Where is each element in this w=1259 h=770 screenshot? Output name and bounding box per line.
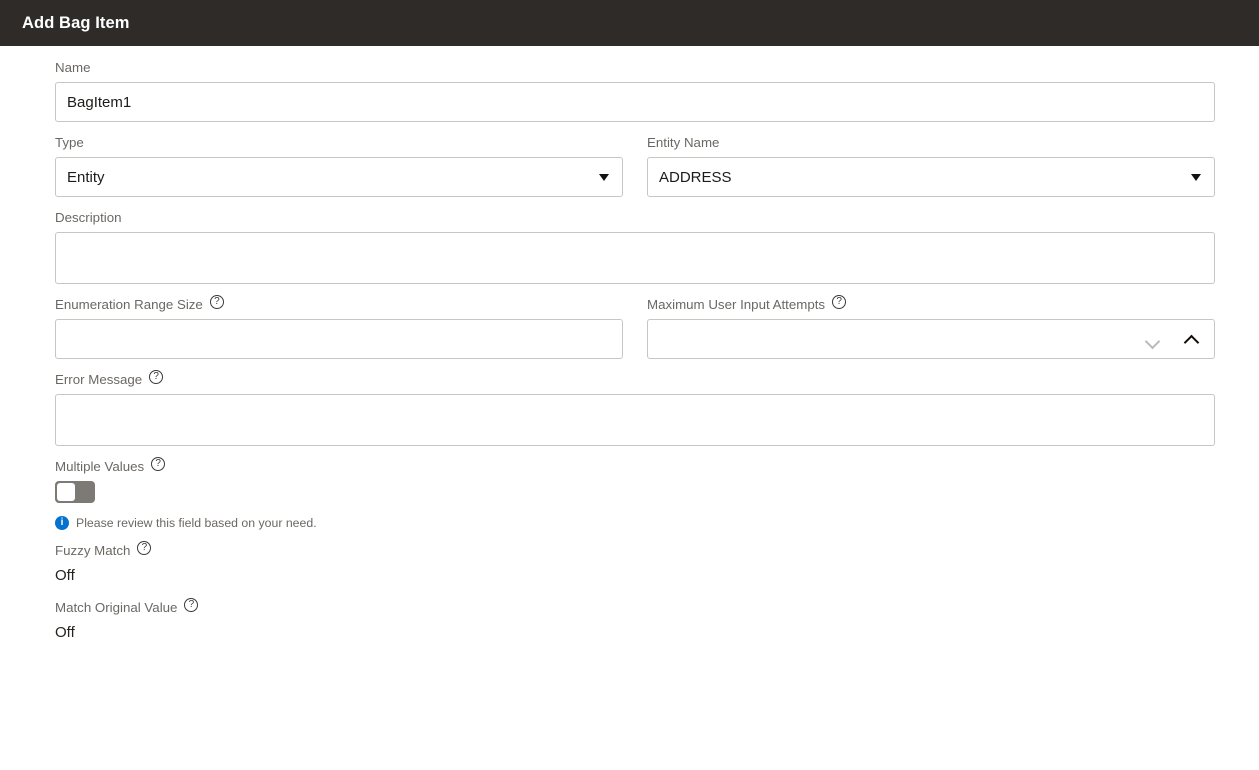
field-fuzzy-match: Fuzzy Match ? Off xyxy=(55,542,1215,587)
help-icon[interactable]: ? xyxy=(832,295,846,309)
add-bag-item-form: Name BagItem1 Type Entity Entity Name xyxy=(0,59,1259,644)
entity-name-select[interactable]: ADDRESS xyxy=(647,157,1215,197)
maximum-user-input-attempts-stepper[interactable] xyxy=(647,319,1215,359)
match-original-value-value: Off xyxy=(55,622,1215,644)
label-fuzzy-match: Fuzzy Match ? xyxy=(55,542,1215,560)
col-entity-name: Entity Name ADDRESS xyxy=(647,122,1215,197)
name-input-value: BagItem1 xyxy=(67,94,131,111)
info-icon: i xyxy=(55,516,69,530)
label-name: Name xyxy=(55,59,1215,77)
label-maximum-user-input-attempts: Maximum User Input Attempts ? xyxy=(647,296,1215,314)
error-message-textarea[interactable] xyxy=(55,394,1215,446)
label-fuzzy-match-text: Fuzzy Match xyxy=(55,542,130,560)
dialog-titlebar: Add Bag Item xyxy=(0,0,1259,46)
label-match-original-value-text: Match Original Value xyxy=(55,599,177,617)
field-multiple-values: Multiple Values ? i Please review this f… xyxy=(55,458,1215,530)
field-type: Type Entity xyxy=(55,134,623,197)
label-type: Type xyxy=(55,134,623,152)
chevron-down-icon[interactable] xyxy=(599,174,609,181)
label-match-original-value: Match Original Value ? xyxy=(55,599,1215,617)
field-description: Description xyxy=(55,209,1215,284)
field-error-message: Error Message ? xyxy=(55,371,1215,446)
label-entity-name-text: Entity Name xyxy=(647,134,719,152)
entity-name-select-value: ADDRESS xyxy=(659,169,732,186)
description-textarea[interactable] xyxy=(55,232,1215,284)
help-icon[interactable]: ? xyxy=(137,541,151,555)
stepper-buttons xyxy=(1146,333,1198,346)
type-select-value: Entity xyxy=(67,169,105,186)
type-select[interactable]: Entity xyxy=(55,157,623,197)
enumeration-range-size-input[interactable] xyxy=(55,319,623,359)
row-enum-attempts: Enumeration Range Size ? Maximum User In… xyxy=(55,284,1215,359)
help-icon[interactable]: ? xyxy=(184,598,198,612)
label-type-text: Type xyxy=(55,134,84,152)
stepper-increment-chevron-up-icon[interactable] xyxy=(1185,333,1198,346)
field-match-original-value: Match Original Value ? Off xyxy=(55,599,1215,644)
multiple-values-toggle[interactable] xyxy=(55,481,95,503)
label-description-text: Description xyxy=(55,209,122,227)
stepper-decrement-chevron-down-icon[interactable] xyxy=(1146,333,1159,346)
chevron-down-icon[interactable] xyxy=(1191,174,1201,181)
label-enumeration-range-size: Enumeration Range Size ? xyxy=(55,296,623,314)
col-enumeration-range-size: Enumeration Range Size ? xyxy=(55,284,623,359)
label-name-text: Name xyxy=(55,59,90,77)
label-multiple-values: Multiple Values ? xyxy=(55,458,1215,476)
label-entity-name: Entity Name xyxy=(647,134,1215,152)
field-name: Name BagItem1 xyxy=(55,59,1215,122)
col-maximum-user-input-attempts: Maximum User Input Attempts ? xyxy=(647,284,1215,359)
toggle-knob xyxy=(57,483,75,501)
label-multiple-values-text: Multiple Values xyxy=(55,458,144,476)
help-icon[interactable]: ? xyxy=(149,370,163,384)
help-icon[interactable]: ? xyxy=(210,295,224,309)
row-type-entity: Type Entity Entity Name ADDRESS xyxy=(55,122,1215,197)
field-entity-name: Entity Name ADDRESS xyxy=(647,134,1215,197)
fuzzy-match-value: Off xyxy=(55,565,1215,587)
label-maximum-user-input-attempts-text: Maximum User Input Attempts xyxy=(647,296,825,314)
help-icon[interactable]: ? xyxy=(151,457,165,471)
label-error-message-text: Error Message xyxy=(55,371,142,389)
name-input[interactable]: BagItem1 xyxy=(55,82,1215,122)
page-title: Add Bag Item xyxy=(22,14,130,33)
label-enumeration-range-size-text: Enumeration Range Size xyxy=(55,296,203,314)
label-description: Description xyxy=(55,209,1215,227)
field-enumeration-range-size: Enumeration Range Size ? xyxy=(55,296,623,359)
col-type: Type Entity xyxy=(55,122,623,197)
multiple-values-info: i Please review this field based on your… xyxy=(55,516,1215,530)
field-maximum-user-input-attempts: Maximum User Input Attempts ? xyxy=(647,296,1215,359)
label-error-message: Error Message ? xyxy=(55,371,1215,389)
multiple-values-info-text: Please review this field based on your n… xyxy=(76,516,317,530)
